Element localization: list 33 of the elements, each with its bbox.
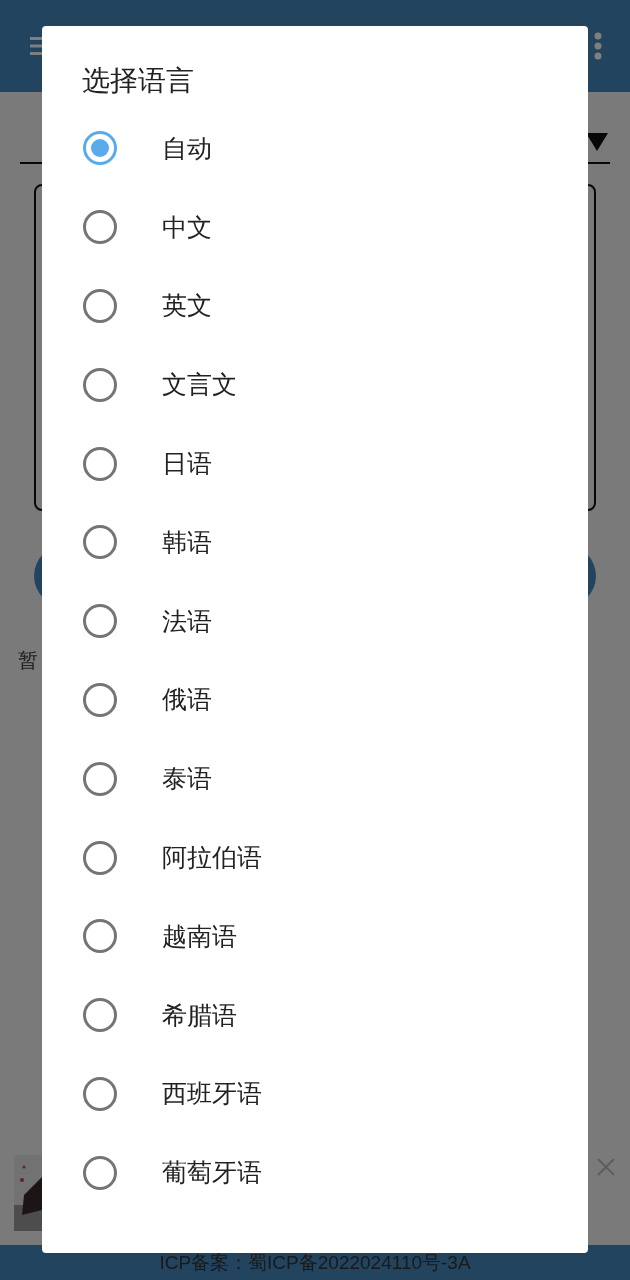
radio-button[interactable]: [83, 131, 117, 166]
footer-text: ICP备案：蜀ICP备2022024110号-3A: [159, 1250, 471, 1275]
radio-button[interactable]: [83, 682, 117, 717]
radio-button[interactable]: [83, 761, 117, 796]
dialog-title: 选择语言: [81, 63, 195, 98]
language-option[interactable]: 希腊语: [42, 975, 588, 1055]
radio-button[interactable]: [83, 919, 117, 954]
language-option[interactable]: 阿拉伯语: [42, 818, 588, 897]
radio-button[interactable]: [83, 525, 117, 560]
dropdown-arrow-icon: [586, 133, 608, 151]
radio-button[interactable]: [83, 604, 117, 639]
language-option[interactable]: 泰语: [42, 739, 588, 819]
language-option[interactable]: 葡萄牙语: [42, 1133, 588, 1213]
status-text: 暂: [18, 647, 39, 674]
language-option[interactable]: 西班牙语: [42, 1054, 588, 1134]
radio-button[interactable]: [83, 1155, 117, 1190]
language-option[interactable]: 文言文: [42, 345, 588, 425]
radio-button[interactable]: [83, 998, 117, 1033]
language-option[interactable]: 英文: [42, 266, 588, 346]
radio-button[interactable]: [83, 446, 117, 481]
radio-button[interactable]: [83, 367, 117, 402]
radio-button[interactable]: [83, 289, 117, 323]
language-option[interactable]: 日语: [42, 424, 588, 503]
language-option[interactable]: 中文: [42, 187, 588, 267]
more-icon[interactable]: [594, 32, 602, 60]
language-option[interactable]: 自动: [42, 109, 588, 188]
radio-button[interactable]: [83, 210, 117, 245]
radio-button[interactable]: [83, 840, 117, 875]
radio-button[interactable]: [83, 1076, 117, 1111]
language-option[interactable]: 法语: [42, 581, 588, 661]
language-option[interactable]: 越南语: [42, 896, 588, 976]
language-option[interactable]: 俄语: [42, 660, 588, 740]
language-option[interactable]: 韩语: [42, 503, 588, 582]
